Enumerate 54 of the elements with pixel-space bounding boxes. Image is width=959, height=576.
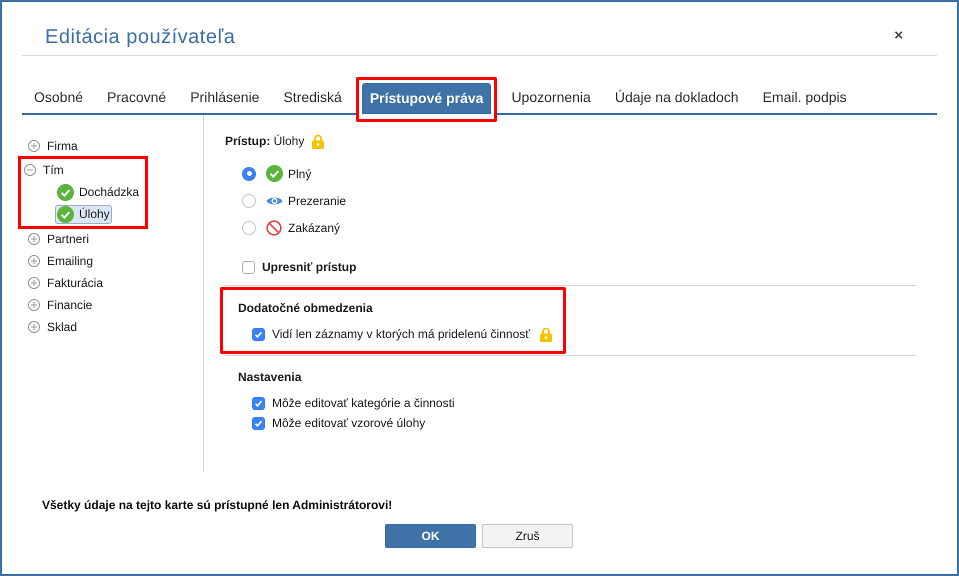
admin-notice: Všetky údaje na tejto karte sú prístupné len Administrátorovi! — [42, 498, 392, 512]
minus-icon[interactable] — [24, 164, 36, 176]
plus-icon[interactable] — [28, 233, 40, 245]
tab[interactable]: Údaje na dokladoch — [602, 82, 751, 113]
check-circle-icon — [57, 206, 74, 222]
option-label: Prezeranie — [288, 192, 346, 210]
close-button[interactable]: × — [890, 25, 907, 48]
tab[interactable]: Prístupové práva — [362, 83, 492, 114]
radio-button[interactable] — [242, 220, 256, 234]
check-circle-icon — [266, 165, 282, 182]
section-heading: Dodatočné obmedzenia — [238, 300, 374, 317]
tab[interactable]: Pracovné — [95, 82, 178, 113]
tab[interactable]: Strediská — [271, 82, 354, 113]
checkbox-label: Upresniť prístup — [262, 259, 356, 276]
checkmark-icon — [254, 330, 263, 338]
checkbox[interactable] — [252, 328, 265, 340]
tree-item[interactable]: Úlohy — [55, 204, 112, 224]
plus-icon[interactable] — [28, 255, 40, 267]
checkmark-icon — [254, 418, 263, 428]
tree-item[interactable]: Partneri — [47, 230, 90, 248]
tab[interactable]: Prihlásenie — [178, 82, 272, 113]
checkbox-label: Môže editovať kategórie a činnosti — [272, 395, 455, 412]
checkbox[interactable] — [252, 396, 265, 410]
access-label: Prístup: Úlohy — [225, 133, 304, 150]
plus-icon[interactable] — [28, 277, 40, 289]
cancel-button[interactable]: Zruš — [482, 524, 573, 548]
plus-icon[interactable] — [28, 140, 40, 152]
window-title: Editácia používateľa — [45, 24, 236, 50]
tree-item[interactable]: Sklad — [47, 318, 78, 336]
radio-button[interactable] — [242, 194, 256, 208]
tree-item[interactable]: Emailing — [47, 252, 94, 270]
tree-item[interactable]: Firma — [47, 137, 78, 155]
option-label: Zakázaný — [288, 220, 340, 236]
tab[interactable]: Upozornenia — [499, 82, 603, 113]
prohibited-icon — [266, 220, 282, 236]
check-circle-icon — [57, 184, 74, 200]
tree-item[interactable]: Tím — [43, 161, 64, 179]
checkbox[interactable] — [252, 416, 265, 430]
checkbox-label: Môže editovať vzorové úlohy — [272, 415, 426, 432]
section-heading: Nastavenia — [238, 369, 302, 386]
tree-item[interactable]: Fakturácia — [47, 274, 104, 292]
tree-item[interactable]: Financie — [47, 296, 92, 314]
tree-item[interactable]: Dochádzka — [55, 182, 142, 202]
tab[interactable]: Osobné — [22, 82, 96, 113]
plus-icon[interactable] — [28, 321, 40, 333]
checkbox[interactable] — [242, 260, 255, 274]
option-label: Plný — [288, 166, 312, 182]
checkmark-icon — [254, 398, 263, 408]
plus-icon[interactable] — [28, 299, 40, 311]
checkbox-label: Vidí len záznamy v ktorých má pridelenú činnosť — [272, 326, 530, 343]
eye-icon — [266, 194, 282, 206]
radio-button[interactable] — [242, 166, 256, 180]
ok-button[interactable]: OK — [385, 524, 476, 548]
tab[interactable]: Email. podpis — [750, 82, 859, 113]
